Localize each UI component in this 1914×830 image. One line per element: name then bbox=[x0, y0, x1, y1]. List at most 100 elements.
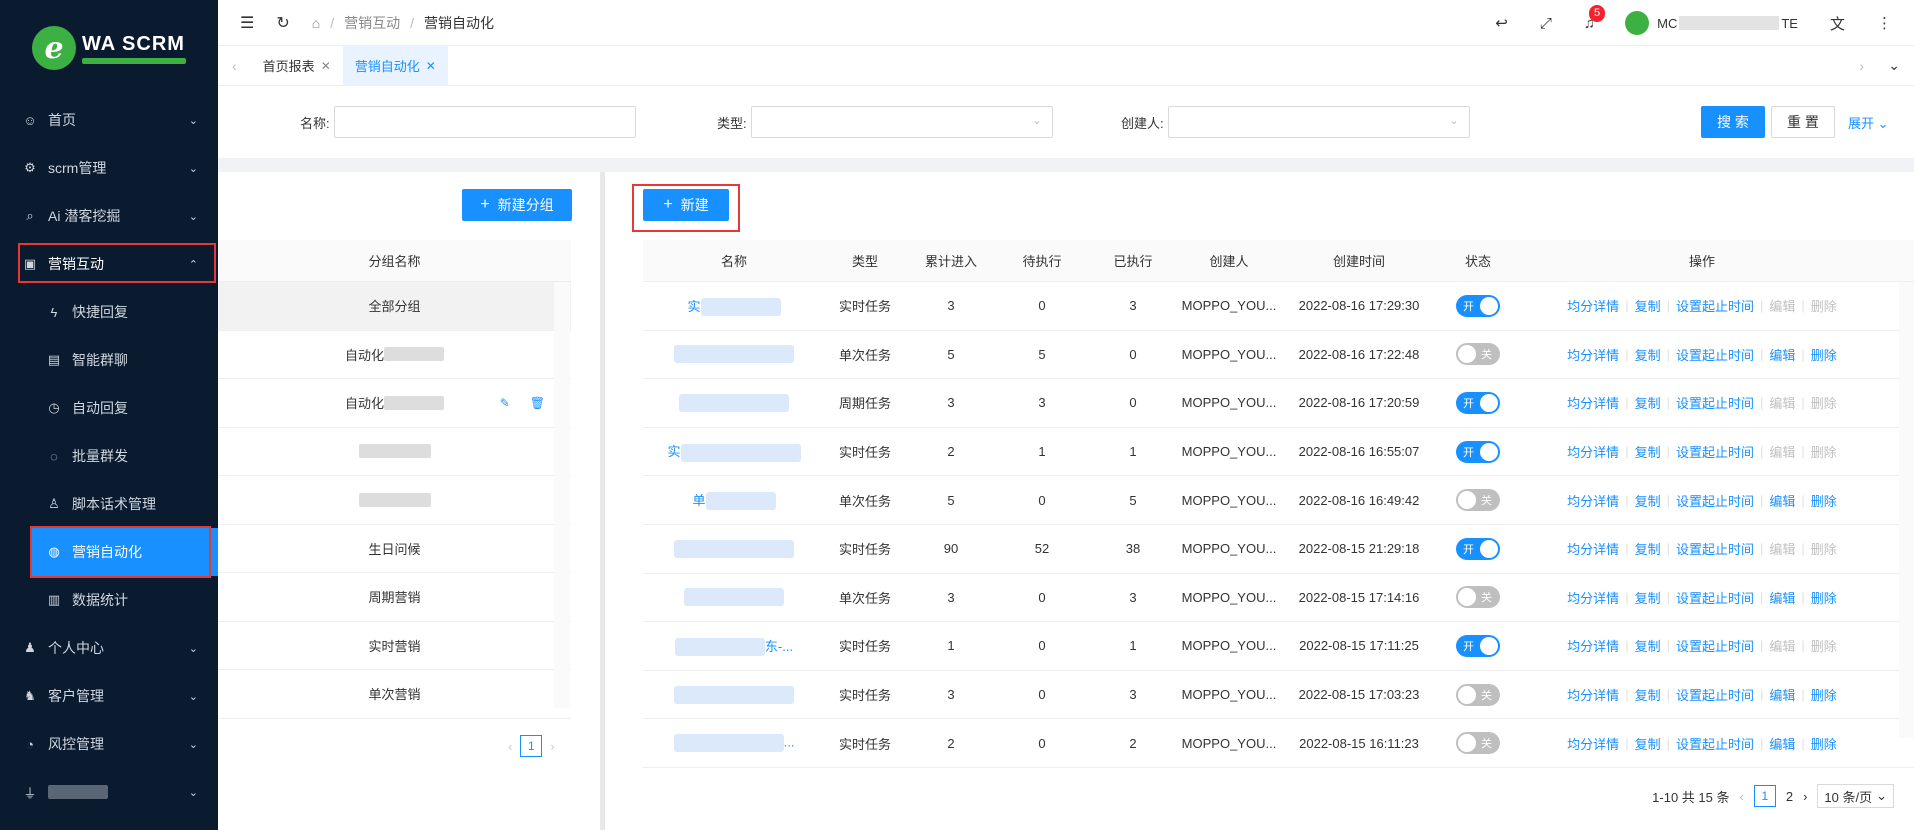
copy-link[interactable]: 复制 bbox=[1629, 296, 1667, 315]
menu-fold-icon[interactable]: ☰ bbox=[240, 13, 254, 33]
next-page-icon[interactable]: › bbox=[550, 739, 554, 754]
tabs-left-arrow[interactable]: ‹ bbox=[218, 58, 251, 74]
breadcrumb-item[interactable]: 营销互动 bbox=[344, 13, 400, 33]
task-name[interactable]: 实 bbox=[687, 299, 700, 314]
sidebar-item-marketing[interactable]: ▣ 营销互动 ⌃ bbox=[0, 240, 218, 288]
set-time-link[interactable]: 设置起止时间 bbox=[1670, 491, 1760, 510]
split-detail-link[interactable]: 均分详情 bbox=[1561, 491, 1625, 510]
sidebar-item[interactable]: ◌ 批量群发 bbox=[0, 432, 218, 480]
status-toggle[interactable]: 开 bbox=[1456, 391, 1500, 414]
status-toggle[interactable]: 开 bbox=[1456, 294, 1500, 317]
status-toggle[interactable]: 开 bbox=[1456, 440, 1500, 463]
group-row[interactable]: 自动化 bbox=[218, 331, 571, 379]
user-menu[interactable]: MC TE bbox=[1625, 11, 1798, 35]
prev-page-icon[interactable]: ‹ bbox=[508, 739, 512, 754]
home-icon[interactable]: ⌂ bbox=[312, 15, 320, 31]
split-detail-link[interactable]: 均分详情 bbox=[1561, 442, 1625, 461]
fullscreen-icon[interactable]: ⤢ bbox=[1540, 15, 1552, 32]
sidebar-item[interactable]: ⌕ Ai 潜客挖掘 ⌄ bbox=[0, 192, 218, 240]
sidebar-item[interactable]: ♞ 客户管理 ⌄ bbox=[0, 672, 218, 720]
task-name-cell[interactable]: 实 bbox=[643, 296, 825, 317]
delete-link[interactable]: 删除 bbox=[1805, 491, 1843, 510]
delete-link[interactable]: 删除 bbox=[1805, 345, 1843, 364]
edit-link[interactable]: 编辑 bbox=[1763, 588, 1801, 607]
status-toggle[interactable]: 关 bbox=[1456, 343, 1500, 366]
copy-link[interactable]: 复制 bbox=[1629, 539, 1667, 558]
task-scrollbar[interactable] bbox=[1899, 282, 1914, 738]
split-detail-link[interactable]: 均分详情 bbox=[1561, 636, 1625, 655]
creator-select[interactable]: ⌄ bbox=[1167, 106, 1470, 138]
task-name[interactable]: ... bbox=[784, 735, 795, 750]
more-icon[interactable]: ⋮ bbox=[1877, 14, 1892, 32]
task-name-cell[interactable] bbox=[643, 393, 825, 412]
prev-page-icon[interactable]: ‹ bbox=[1739, 789, 1743, 804]
set-time-link[interactable]: 设置起止时间 bbox=[1670, 393, 1760, 412]
sidebar-item[interactable]: ◷ 自动回复 bbox=[0, 384, 218, 432]
delete-link[interactable]: 删除 bbox=[1805, 588, 1843, 607]
group-row[interactable] bbox=[218, 476, 571, 525]
status-toggle[interactable]: 关 bbox=[1456, 586, 1500, 609]
sidebar-item[interactable]: ☺ 首页 ⌄ bbox=[0, 96, 218, 144]
sidebar-item[interactable]: ▤ 智能群聊 bbox=[0, 336, 218, 384]
set-time-link[interactable]: 设置起止时间 bbox=[1670, 734, 1760, 753]
reset-button[interactable]: 重 置 bbox=[1771, 106, 1835, 138]
expand-link[interactable]: 展开 ⌄ bbox=[1848, 113, 1889, 132]
task-name[interactable]: 东-... bbox=[765, 639, 793, 654]
close-icon[interactable]: ✕ bbox=[426, 59, 436, 73]
status-toggle[interactable]: 关 bbox=[1456, 732, 1500, 755]
set-time-link[interactable]: 设置起止时间 bbox=[1670, 636, 1760, 655]
status-toggle[interactable]: 开 bbox=[1456, 634, 1500, 657]
group-scrollbar[interactable] bbox=[554, 282, 570, 708]
split-detail-link[interactable]: 均分详情 bbox=[1561, 539, 1625, 558]
task-name-cell[interactable] bbox=[643, 588, 825, 607]
sidebar-item[interactable]: ϟ 快捷回复 bbox=[0, 288, 218, 336]
sidebar-item[interactable]: ♙ 脚本话术管理 bbox=[0, 480, 218, 528]
edit-link[interactable]: 编辑 bbox=[1763, 345, 1801, 364]
group-row[interactable]: 自动化 ✎ 🗑 bbox=[218, 379, 571, 428]
copy-link[interactable]: 复制 bbox=[1629, 636, 1667, 655]
group-row[interactable]: 单次营销 bbox=[218, 670, 571, 719]
copy-link[interactable]: 复制 bbox=[1629, 588, 1667, 607]
status-toggle[interactable]: 关 bbox=[1456, 683, 1500, 706]
set-time-link[interactable]: 设置起止时间 bbox=[1670, 345, 1760, 364]
task-name-cell[interactable] bbox=[643, 539, 825, 558]
sidebar-item-marketing-automation[interactable]: ◍ 营销自动化 bbox=[30, 526, 218, 578]
copy-link[interactable]: 复制 bbox=[1629, 685, 1667, 704]
group-row[interactable] bbox=[218, 428, 571, 476]
edit-icon[interactable]: ✎ bbox=[494, 396, 516, 410]
page-size-select[interactable]: 10 条/页 ⌄ bbox=[1817, 784, 1894, 808]
copy-link[interactable]: 复制 bbox=[1629, 442, 1667, 461]
group-row[interactable]: 实时营销 bbox=[218, 622, 571, 670]
next-page-icon[interactable]: › bbox=[1803, 789, 1807, 804]
tab-marketing-automation[interactable]: 营销自动化 ✕ bbox=[342, 45, 448, 86]
copy-link[interactable]: 复制 bbox=[1629, 393, 1667, 412]
set-time-link[interactable]: 设置起止时间 bbox=[1670, 296, 1760, 315]
new-task-button[interactable]: + 新建 bbox=[643, 189, 729, 221]
split-detail-link[interactable]: 均分详情 bbox=[1561, 734, 1625, 753]
page-number[interactable]: 1 bbox=[520, 735, 543, 757]
translate-icon[interactable]: 文 bbox=[1830, 13, 1845, 34]
page-number[interactable]: 1 bbox=[1753, 785, 1776, 807]
sidebar-item[interactable]: ♟ 个人中心 ⌄ bbox=[0, 624, 218, 672]
delete-link[interactable]: 删除 bbox=[1805, 734, 1843, 753]
edit-link[interactable]: 编辑 bbox=[1763, 491, 1801, 510]
tabs-dropdown-icon[interactable]: ⌄ bbox=[1874, 57, 1914, 74]
group-row[interactable]: 生日问候 bbox=[218, 525, 571, 573]
split-detail-link[interactable]: 均分详情 bbox=[1561, 296, 1625, 315]
new-group-button[interactable]: + 新建分组 bbox=[462, 189, 572, 221]
bell-icon[interactable]: ♫ 5 bbox=[1584, 4, 1606, 32]
set-time-link[interactable]: 设置起止时间 bbox=[1670, 685, 1760, 704]
sidebar-item-redacted[interactable]: ⏚ ⌄ bbox=[0, 768, 218, 816]
task-name-cell[interactable] bbox=[643, 345, 825, 364]
type-select[interactable]: ⌄ bbox=[750, 106, 1053, 138]
split-detail-link[interactable]: 均分详情 bbox=[1561, 685, 1625, 704]
search-button[interactable]: 搜 索 bbox=[1701, 106, 1765, 138]
copy-link[interactable]: 复制 bbox=[1629, 734, 1667, 753]
sidebar-item[interactable]: ◔ 风控管理 ⌄ bbox=[0, 720, 218, 768]
name-input[interactable] bbox=[333, 106, 636, 138]
delete-link[interactable]: 删除 bbox=[1805, 685, 1843, 704]
edit-link[interactable]: 编辑 bbox=[1763, 685, 1801, 704]
task-name-cell[interactable] bbox=[643, 685, 825, 704]
set-time-link[interactable]: 设置起止时间 bbox=[1670, 539, 1760, 558]
set-time-link[interactable]: 设置起止时间 bbox=[1670, 442, 1760, 461]
